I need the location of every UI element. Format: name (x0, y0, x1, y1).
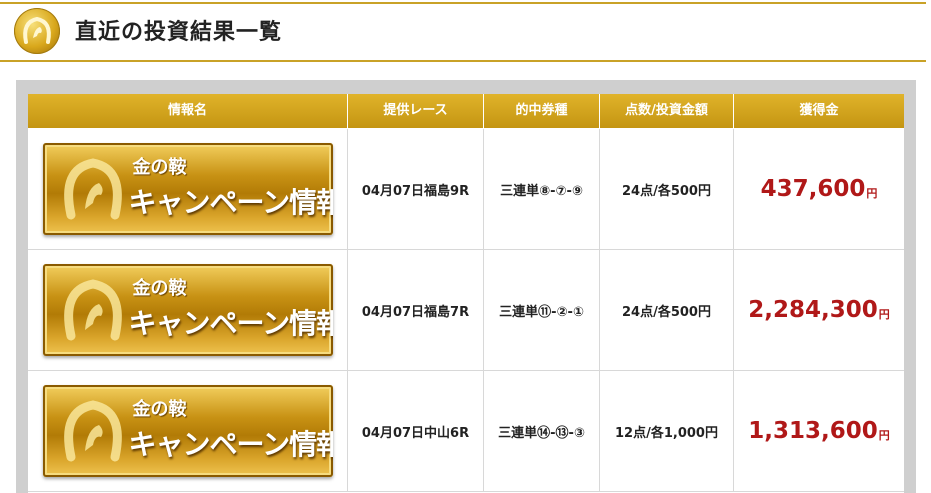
prize-unit: 円 (878, 429, 890, 442)
page-title: 直近の投資結果一覧 (75, 19, 283, 45)
table-row: 金の鞍 キャンペーン情報 04月07日福島7R 三連単⑪-②-① 24点/各50… (28, 250, 904, 371)
banner-title: キャンペーン情報 (128, 428, 333, 461)
banner-subtitle: 金の鞍 (132, 399, 187, 420)
ticket-cell: 三連単⑧-⑦-⑨ (484, 129, 600, 249)
horseshoe-emblem-icon (63, 158, 122, 220)
prize-cell: 2,284,300 円 (734, 250, 904, 370)
results-table: 情報名 提供レース 的中券種 点数/投資金額 獲得金 金の鞍 キャンペーン情報 … (28, 94, 904, 493)
points-investment-cell: 24点/各500円 (600, 129, 734, 249)
horseshoe-logo-icon (14, 8, 60, 54)
prize-cell: 437,600 円 (734, 129, 904, 249)
prize-unit: 円 (866, 187, 878, 200)
results-table-frame: 情報名 提供レース 的中券種 点数/投資金額 獲得金 金の鞍 キャンペーン情報 … (16, 80, 916, 493)
column-header-points-investment: 点数/投資金額 (600, 94, 734, 128)
campaign-banner-link[interactable]: 金の鞍 キャンペーン情報 (42, 264, 333, 356)
prize-cell: 1,313,600 円 (734, 371, 904, 491)
race-cell: 04月07日福島9R (348, 129, 484, 249)
banner-title: キャンペーン情報 (128, 186, 333, 219)
ticket-cell: 三連単⑪-②-① (484, 250, 600, 370)
prize-amount: 1,313,600 (748, 418, 878, 444)
campaign-banner-link[interactable]: 金の鞍 キャンペーン情報 (42, 143, 333, 235)
horseshoe-emblem-icon (63, 400, 122, 462)
ticket-cell: 三連単⑭-⑬-③ (484, 371, 600, 491)
page-header: 直近の投資結果一覧 (0, 0, 931, 64)
banner-subtitle: 金の鞍 (132, 157, 187, 178)
banner-subtitle: 金の鞍 (132, 278, 187, 299)
table-row: 金の鞍 キャンペーン情報 04月07日福島9R 三連単⑧-⑦-⑨ 24点/各50… (28, 129, 904, 250)
info-name-cell: 金の鞍 キャンペーン情報 (28, 371, 348, 491)
campaign-banner-link[interactable]: 金の鞍 キャンペーン情報 (42, 385, 333, 477)
prize-unit: 円 (878, 308, 890, 321)
header-bottom-rule (0, 60, 926, 62)
column-header-info-name: 情報名 (28, 94, 348, 128)
points-investment-cell: 12点/各1,000円 (600, 371, 734, 491)
info-name-cell: 金の鞍 キャンペーン情報 (28, 129, 348, 249)
header-top-rule (0, 2, 926, 4)
race-cell: 04月07日福島7R (348, 250, 484, 370)
column-header-race: 提供レース (348, 94, 484, 128)
horseshoe-emblem-icon (63, 279, 122, 341)
banner-title: キャンペーン情報 (128, 307, 333, 340)
table-row: 金の鞍 キャンペーン情報 04月07日中山6R 三連単⑭-⑬-③ 12点/各1,… (28, 371, 904, 492)
points-investment-cell: 24点/各500円 (600, 250, 734, 370)
race-cell: 04月07日中山6R (348, 371, 484, 491)
info-name-cell: 金の鞍 キャンペーン情報 (28, 250, 348, 370)
table-header: 情報名 提供レース 的中券種 点数/投資金額 獲得金 (28, 94, 904, 128)
column-header-ticket-type: 的中券種 (484, 94, 600, 128)
prize-amount: 437,600 (760, 176, 866, 202)
column-header-prize: 獲得金 (799, 103, 839, 118)
prize-amount: 2,284,300 (748, 297, 878, 323)
